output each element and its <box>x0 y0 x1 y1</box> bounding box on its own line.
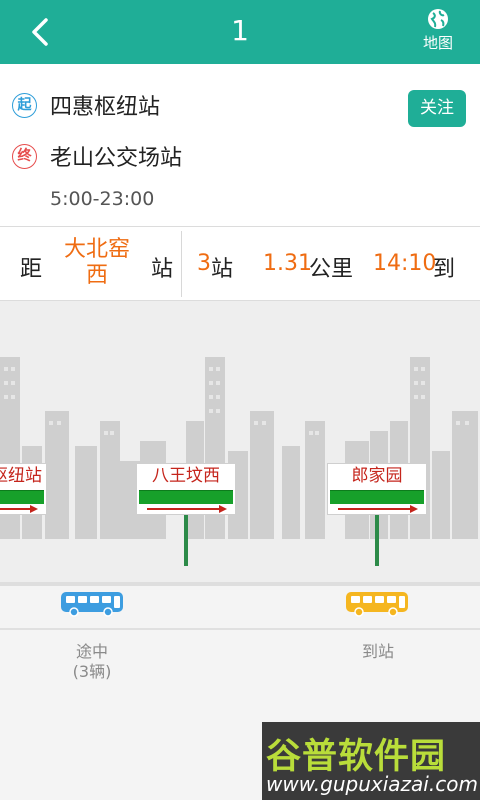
start-stop-name: 四惠枢纽站 <box>50 95 161 120</box>
bus-count: (3辆) <box>72 662 112 681</box>
stop-pole-2 <box>184 515 188 566</box>
target-station-line1: 大北窑 <box>63 237 130 262</box>
stop-name-3: 郎家园 <box>351 466 403 486</box>
bus-icon-blue <box>61 592 123 617</box>
bus-en-route-label: 途中 (3辆) <box>50 642 134 682</box>
bus-arrived-label: 到站 <box>336 642 420 662</box>
follow-button[interactable]: 关注 <box>408 90 466 127</box>
watermark: 谷普软件园 www.gupuxiazai.com <box>262 722 480 800</box>
bus-en-route[interactable] <box>60 591 124 621</box>
distance-prefix: 距 <box>20 257 43 282</box>
app-header: 1 地图 <box>0 0 480 64</box>
map-label: 地图 <box>422 34 453 52</box>
arrival-unit: 到 <box>433 257 456 282</box>
route-info: 起 四惠枢纽站 终 老山公交场站 5:00-23:00 关注 <box>0 64 480 227</box>
bus-status-arrived: 到站 <box>361 642 394 661</box>
bus-arrived[interactable] <box>345 591 409 621</box>
direction-arrow-1 <box>0 505 38 513</box>
stops-count: 3 <box>197 251 211 276</box>
end-stop-name: 老山公交场站 <box>50 146 183 171</box>
stops-unit: 站 <box>211 257 234 282</box>
skyline-graphic <box>0 357 478 539</box>
direction-arrow-2 <box>147 505 227 513</box>
watermark-url: www.gupuxiazai.com <box>266 772 478 796</box>
distance-suffix: 站 <box>151 257 174 282</box>
stop-name-2: 八王坟西 <box>152 466 220 486</box>
route-track-secondary <box>0 628 480 630</box>
stop-strip-3 <box>330 490 424 504</box>
distance-km-unit: 公里 <box>309 257 354 282</box>
end-stop-row: 终 老山公交场站 <box>12 140 182 172</box>
route-track <box>0 582 480 586</box>
stop-pole-3 <box>375 515 379 566</box>
stop-strip-1 <box>0 490 44 504</box>
stop-strip-2 <box>139 490 233 504</box>
stop-sign-3[interactable]: 郎家园 <box>327 463 427 515</box>
stop-name-1: 枢纽站 <box>0 466 42 486</box>
start-stop-row: 起 四惠枢纽站 <box>12 89 160 121</box>
map-button[interactable]: 地图 <box>414 8 462 56</box>
bus-status-en-route: 途中 <box>75 642 108 661</box>
distance-bar: 距 大北窑 西 站 3 站 1.31 公里 14:10 到 <box>0 227 480 301</box>
target-station-line2: 西 <box>85 263 108 288</box>
end-badge: 终 <box>12 143 37 169</box>
stop-sign-1[interactable]: 枢纽站 <box>0 463 47 515</box>
stop-sign-2[interactable]: 八王坟西 <box>136 463 236 515</box>
bus-icon-yellow <box>346 592 408 617</box>
globe-icon <box>428 9 448 29</box>
start-badge: 起 <box>12 92 37 118</box>
page-title: 1 <box>231 14 249 47</box>
arrival-time: 14:10 <box>373 251 437 276</box>
direction-arrow-3 <box>338 505 418 513</box>
target-station[interactable]: 大北窑 西 <box>58 237 136 289</box>
service-hours: 5:00-23:00 <box>50 188 155 210</box>
divider <box>181 231 182 297</box>
city-skyline <box>0 301 480 584</box>
distance-km: 1.31 <box>263 251 312 276</box>
